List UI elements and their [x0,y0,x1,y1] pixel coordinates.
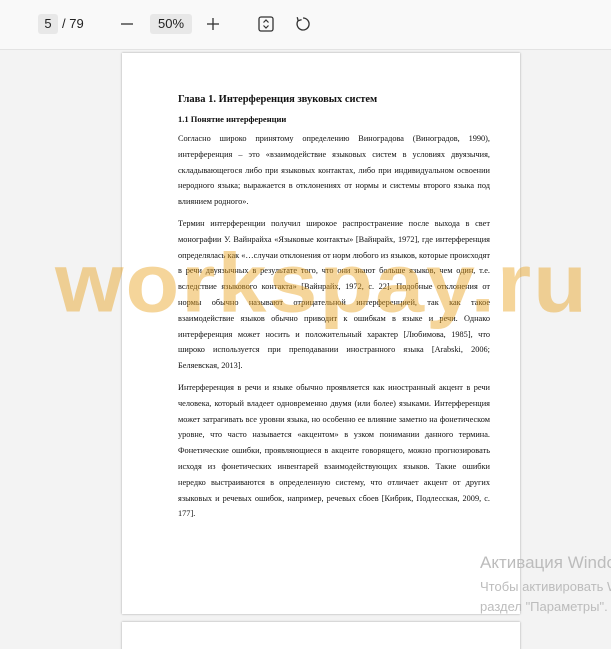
pdf-page: Глава 1. Интерференция звуковых систем 1… [122,53,520,614]
plus-icon [207,18,219,30]
paragraph: Интерференция в речи и языке обычно проя… [178,382,490,519]
paragraph: Термин интерференции получил широкое рас… [178,218,490,371]
chapter-title: Глава 1. Интерференция звуковых систем [178,94,378,105]
zoom-level[interactable]: 50% [150,14,192,34]
rotate-icon [296,17,310,31]
section-title: 1.1 Понятие интерференции [178,114,287,124]
pdf-toolbar: 5 / 79 50% [0,0,611,50]
fit-page-icon [258,16,274,32]
activation-title: Активация Windows [480,553,611,572]
rotate-button[interactable] [293,14,313,34]
activation-line-1: Чтобы активировать Windows, перейдите в [480,579,611,594]
next-pdf-page [122,622,520,649]
paragraph: Согласно широко принятому определению Ви… [178,134,490,207]
zoom-in-button[interactable] [204,14,222,34]
windows-activation-notice: Активация Windows Чтобы активировать Win… [480,552,611,622]
zoom-out-button[interactable] [118,14,136,34]
page-number-input[interactable]: 5 [38,14,58,34]
page-content: Глава 1. Интерференция звуковых систем 1… [178,93,490,528]
page-total-label: / 79 [62,16,84,31]
fit-page-button[interactable] [256,14,276,34]
minus-icon [121,23,133,25]
activation-line-2: раздел "Параметры". [480,599,608,614]
